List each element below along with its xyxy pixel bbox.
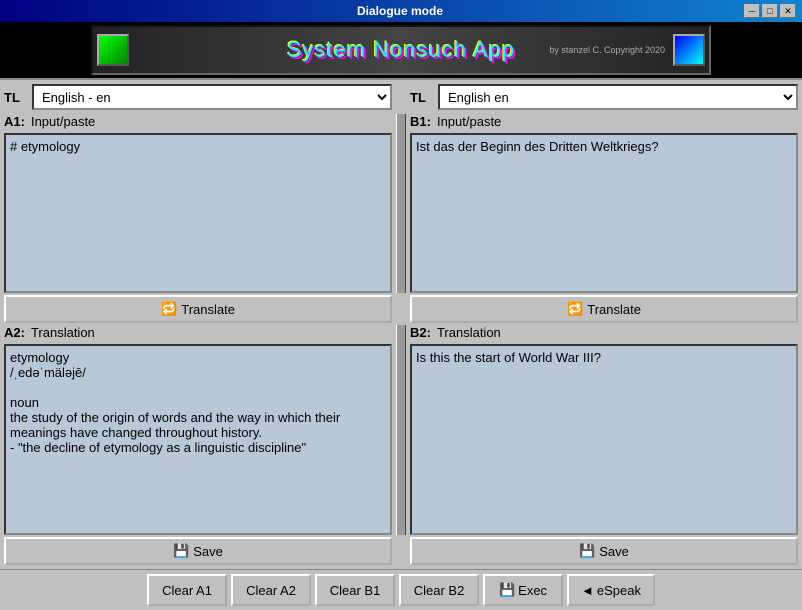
left-tl-row: TL English - en German - de French - fr … <box>4 84 392 110</box>
divider-vertical <box>396 114 406 293</box>
close-button[interactable]: ✕ <box>780 4 796 18</box>
right-translate-label: Translate <box>587 302 641 317</box>
right-tl-panel: TL English en German - de French - fr Sp… <box>410 84 798 112</box>
right-save-panel: 💾 Save <box>410 537 798 565</box>
divider-vertical-2 <box>396 325 406 535</box>
right-output-label: B2: <box>410 325 431 340</box>
clear-b1-label: Clear B1 <box>330 583 381 598</box>
left-input-label: A1: <box>4 114 25 129</box>
right-tl-row: TL English en German - de French - fr Sp… <box>410 84 798 110</box>
output-row: A2: Translation etymology /ˌedəˈmäləjē/ … <box>4 325 798 535</box>
translate-row: 🔁 Translate 🔁 Translate <box>4 295 798 323</box>
tl-row: TL English - en German - de French - fr … <box>4 84 798 112</box>
left-save-label: Save <box>193 544 223 559</box>
left-input-textarea[interactable]: # etymology <box>4 133 392 293</box>
left-save-button[interactable]: 💾 Save <box>4 537 392 565</box>
banner-text: System Nonsuch App <box>287 37 515 63</box>
bottom-bar: Clear A1 Clear A2 Clear B1 Clear B2 💾 Ex… <box>0 569 802 610</box>
left-translate-icon: 🔁 <box>161 301 177 317</box>
exec-label: Exec <box>518 583 547 598</box>
title-bar: Dialogue mode ─ □ ✕ <box>0 0 802 22</box>
left-translate-label: Translate <box>181 302 235 317</box>
left-save-icon: 💾 <box>173 543 189 559</box>
minimize-button[interactable]: ─ <box>744 4 760 18</box>
banner: System Nonsuch App by stanzel C. Copyrig… <box>0 22 802 80</box>
right-output-header: B2: Translation <box>410 325 798 340</box>
right-save-button[interactable]: 💾 Save <box>410 537 798 565</box>
window-title: Dialogue mode <box>56 4 744 18</box>
right-save-icon: 💾 <box>579 543 595 559</box>
left-translate-button[interactable]: 🔁 Translate <box>4 295 392 323</box>
left-tl-label: TL <box>4 90 28 105</box>
right-output-panel: B2: Translation Is this the start of Wor… <box>410 325 798 535</box>
left-output-header: A2: Translation <box>4 325 392 340</box>
left-output-panel: A2: Translation etymology /ˌedəˈmäləjē/ … <box>4 325 392 535</box>
right-input-header: B1: Input/paste <box>410 114 798 129</box>
right-tl-select[interactable]: English en German - de French - fr Spani… <box>438 84 798 110</box>
main-area: TL English - en German - de French - fr … <box>0 80 802 569</box>
clear-b1-button[interactable]: Clear B1 <box>315 574 395 606</box>
save-gap <box>396 537 406 565</box>
left-output-textarea[interactable]: etymology /ˌedəˈmäləjē/ noun the study o… <box>4 344 392 535</box>
left-save-panel: 💾 Save <box>4 537 392 565</box>
left-input-panel: A1: Input/paste # etymology <box>4 114 392 293</box>
right-translate-button[interactable]: 🔁 Translate <box>410 295 798 323</box>
maximize-button[interactable]: □ <box>762 4 778 18</box>
banner-left-graphic <box>97 34 129 66</box>
right-input-textarea[interactable]: Ist das der Beginn des Dritten Weltkrieg… <box>410 133 798 293</box>
right-save-label: Save <box>599 544 629 559</box>
clear-b2-label: Clear B2 <box>414 583 465 598</box>
window-controls[interactable]: ─ □ ✕ <box>744 4 796 18</box>
espeak-icon: ◄ <box>581 583 594 598</box>
left-output-sublabel: Translation <box>31 325 95 340</box>
right-output-sublabel: Translation <box>437 325 501 340</box>
left-tl-select[interactable]: English - en German - de French - fr Spa… <box>32 84 392 110</box>
banner-right-graphic <box>673 34 705 66</box>
clear-a1-button[interactable]: Clear A1 <box>147 574 227 606</box>
save-row: 💾 Save 💾 Save <box>4 537 798 565</box>
exec-button[interactable]: 💾 Exec <box>483 574 563 606</box>
right-input-panel: B1: Input/paste Ist das der Beginn des D… <box>410 114 798 293</box>
right-translate-panel: 🔁 Translate <box>410 295 798 323</box>
translate-gap <box>396 295 406 323</box>
panel-gap <box>396 84 406 112</box>
right-input-label: B1: <box>410 114 431 129</box>
left-output-label: A2: <box>4 325 25 340</box>
clear-a1-label: Clear A1 <box>162 583 212 598</box>
input-row: A1: Input/paste # etymology B1: Input/pa… <box>4 114 798 293</box>
right-tl-label: TL <box>410 90 434 105</box>
banner-inner: System Nonsuch App by stanzel C. Copyrig… <box>91 25 711 75</box>
banner-copyright: by stanzel C. Copyright 2020 <box>549 45 665 55</box>
left-tl-panel: TL English - en German - de French - fr … <box>4 84 392 112</box>
left-input-header: A1: Input/paste <box>4 114 392 129</box>
left-input-sublabel: Input/paste <box>31 114 95 129</box>
right-output-textarea[interactable]: Is this the start of World War III? <box>410 344 798 535</box>
clear-a2-button[interactable]: Clear A2 <box>231 574 311 606</box>
espeak-label: eSpeak <box>597 583 641 598</box>
left-translate-panel: 🔁 Translate <box>4 295 392 323</box>
clear-a2-label: Clear A2 <box>246 583 296 598</box>
right-input-sublabel: Input/paste <box>437 114 501 129</box>
clear-b2-button[interactable]: Clear B2 <box>399 574 479 606</box>
espeak-button[interactable]: ◄ eSpeak <box>567 574 655 606</box>
right-translate-icon: 🔁 <box>567 301 583 317</box>
exec-icon: 💾 <box>499 582 515 598</box>
